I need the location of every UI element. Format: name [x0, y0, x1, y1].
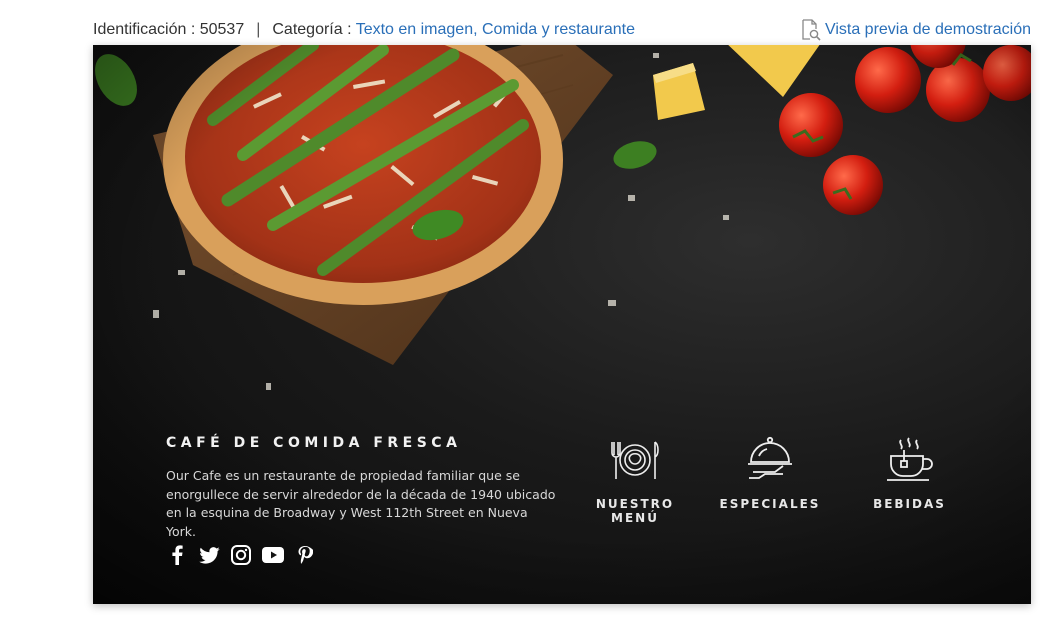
twitter-icon[interactable] — [198, 544, 220, 566]
demo-preview-link[interactable]: Vista previa de demostración — [801, 18, 1031, 42]
category-link-food-restaurant[interactable]: Comida y restaurante — [482, 21, 635, 38]
instagram-icon[interactable] — [230, 544, 252, 566]
cafe-title: CAFÉ DE COMIDA FRESCA — [166, 435, 462, 451]
nav-label-especiales: ESPECIALES — [719, 497, 821, 511]
demo-preview-label[interactable]: Vista previa de demostración — [825, 18, 1031, 42]
nav-label-nuestro-menu: NUESTRO MENÚ — [595, 497, 675, 525]
nav-bebidas[interactable]: BEBIDAS — [861, 435, 958, 511]
meta-separator: | — [256, 21, 261, 38]
youtube-icon[interactable] — [262, 544, 284, 566]
social-links — [166, 544, 316, 566]
category-link-text-in-image[interactable]: Texto en imagen — [356, 21, 473, 38]
template-meta-bar: Identificación : 50537 | Categoría : Texto… — [93, 18, 1031, 42]
category-prefix: Categoría : — [272, 21, 352, 38]
cloche-icon — [719, 435, 821, 485]
pinterest-icon[interactable] — [294, 544, 316, 566]
nav-label-bebidas: BEBIDAS — [873, 497, 946, 511]
cafe-info: CAFÉ DE COMIDA FRESCA Our Cafe es un res… — [166, 435, 556, 541]
hero-banner: CAFÉ DE COMIDA FRESCA Our Cafe es un res… — [93, 45, 1031, 604]
teacup-icon — [861, 435, 958, 485]
template-id: Identificación : 50537 — [93, 21, 245, 38]
nav-nuestro-menu[interactable]: NUESTRO MENÚ — [590, 435, 680, 525]
cafe-description: Our Cafe es un restaurante de propiedad … — [166, 468, 556, 539]
meta-left: Identificación : 50537 | Categoría : Texto… — [93, 18, 635, 42]
nav-especiales[interactable]: ESPECIALES — [719, 435, 821, 511]
category-comma: , — [473, 21, 478, 38]
plate-cutlery-icon — [590, 435, 680, 485]
preview-document-icon — [801, 19, 821, 41]
facebook-icon[interactable] — [166, 544, 188, 566]
